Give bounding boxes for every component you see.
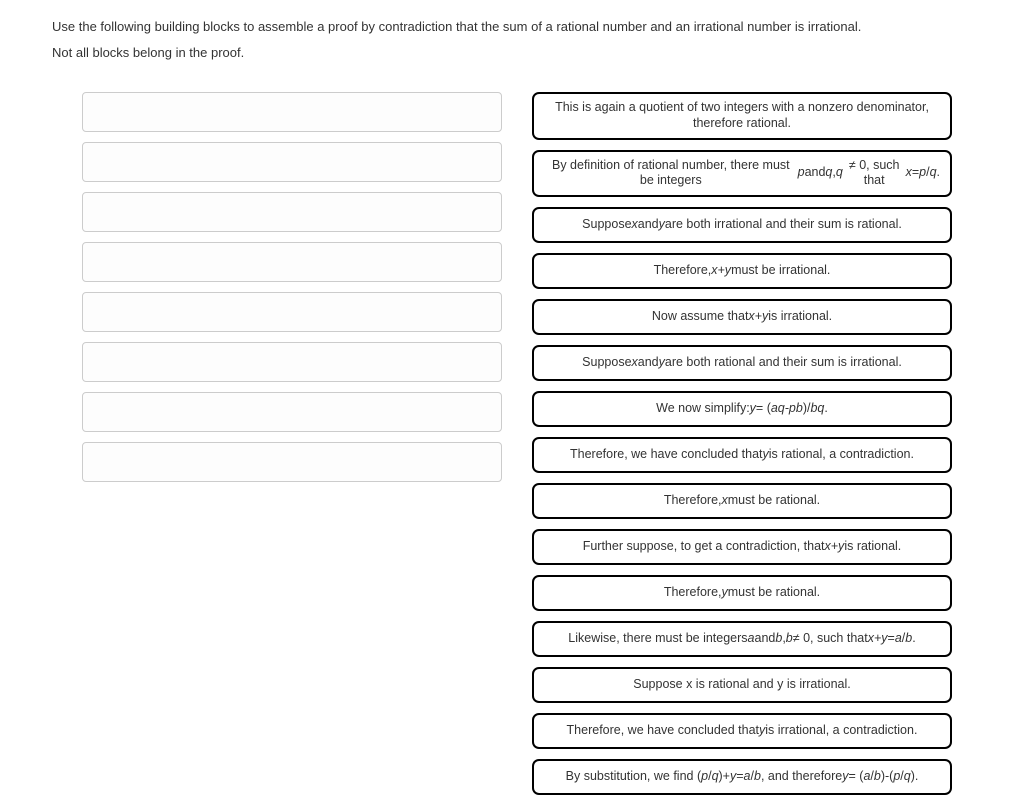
proof-block[interactable]: By definition of rational number, there … [532, 150, 952, 197]
instructions: Use the following building blocks to ass… [52, 18, 972, 62]
proof-slot[interactable] [82, 442, 502, 482]
instruction-line-1: Use the following building blocks to ass… [52, 18, 972, 36]
proof-slot[interactable] [82, 192, 502, 232]
workspace: This is again a quotient of two integers… [52, 92, 972, 795]
proof-block[interactable]: By substitution, we find (p/q)+y = a/b, … [532, 759, 952, 795]
proof-slot[interactable] [82, 292, 502, 332]
proof-block[interactable]: Suppose x and y are both irrational and … [532, 207, 952, 243]
proof-block[interactable]: We now simplify: y = (aq-pb)/bq. [532, 391, 952, 427]
instruction-line-2: Not all blocks belong in the proof. [52, 44, 972, 62]
proof-block[interactable]: Likewise, there must be integers a and b… [532, 621, 952, 657]
proof-slot[interactable] [82, 142, 502, 182]
proof-block[interactable]: Now assume that x+y is irrational. [532, 299, 952, 335]
proof-block[interactable]: This is again a quotient of two integers… [532, 92, 952, 139]
proof-block[interactable]: Therefore, we have concluded that y is i… [532, 713, 952, 749]
proof-block[interactable]: Therefore, x+y must be irrational. [532, 253, 952, 289]
proof-slot[interactable] [82, 242, 502, 282]
proof-block[interactable]: Suppose x is rational and y is irrationa… [532, 667, 952, 703]
drop-target-column [82, 92, 502, 795]
proof-slot[interactable] [82, 92, 502, 132]
proof-block[interactable]: Suppose x and y are both rational and th… [532, 345, 952, 381]
proof-slot[interactable] [82, 392, 502, 432]
proof-block[interactable]: Therefore, y must be rational. [532, 575, 952, 611]
source-blocks-column: This is again a quotient of two integers… [532, 92, 952, 795]
proof-slot[interactable] [82, 342, 502, 382]
proof-block[interactable]: Therefore, we have concluded that y is r… [532, 437, 952, 473]
proof-block[interactable]: Therefore, x must be rational. [532, 483, 952, 519]
proof-block[interactable]: Further suppose, to get a contradiction,… [532, 529, 952, 565]
